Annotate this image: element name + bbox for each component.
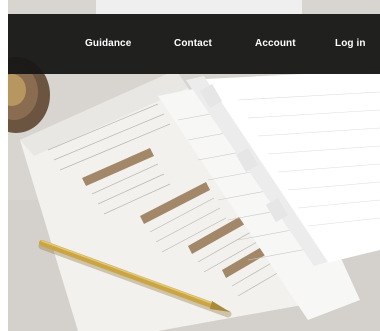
nav-link-account[interactable]: Account [255,14,296,74]
page: Guidance Contact Account Log in [0,0,380,331]
top-navbar: Guidance Contact Account Log in [8,14,380,74]
top-object [96,0,302,14]
nav-link-contact[interactable]: Contact [174,14,212,74]
nav-link-login[interactable]: Log in [335,14,366,74]
nav-link-guidance[interactable]: Guidance [85,14,131,74]
